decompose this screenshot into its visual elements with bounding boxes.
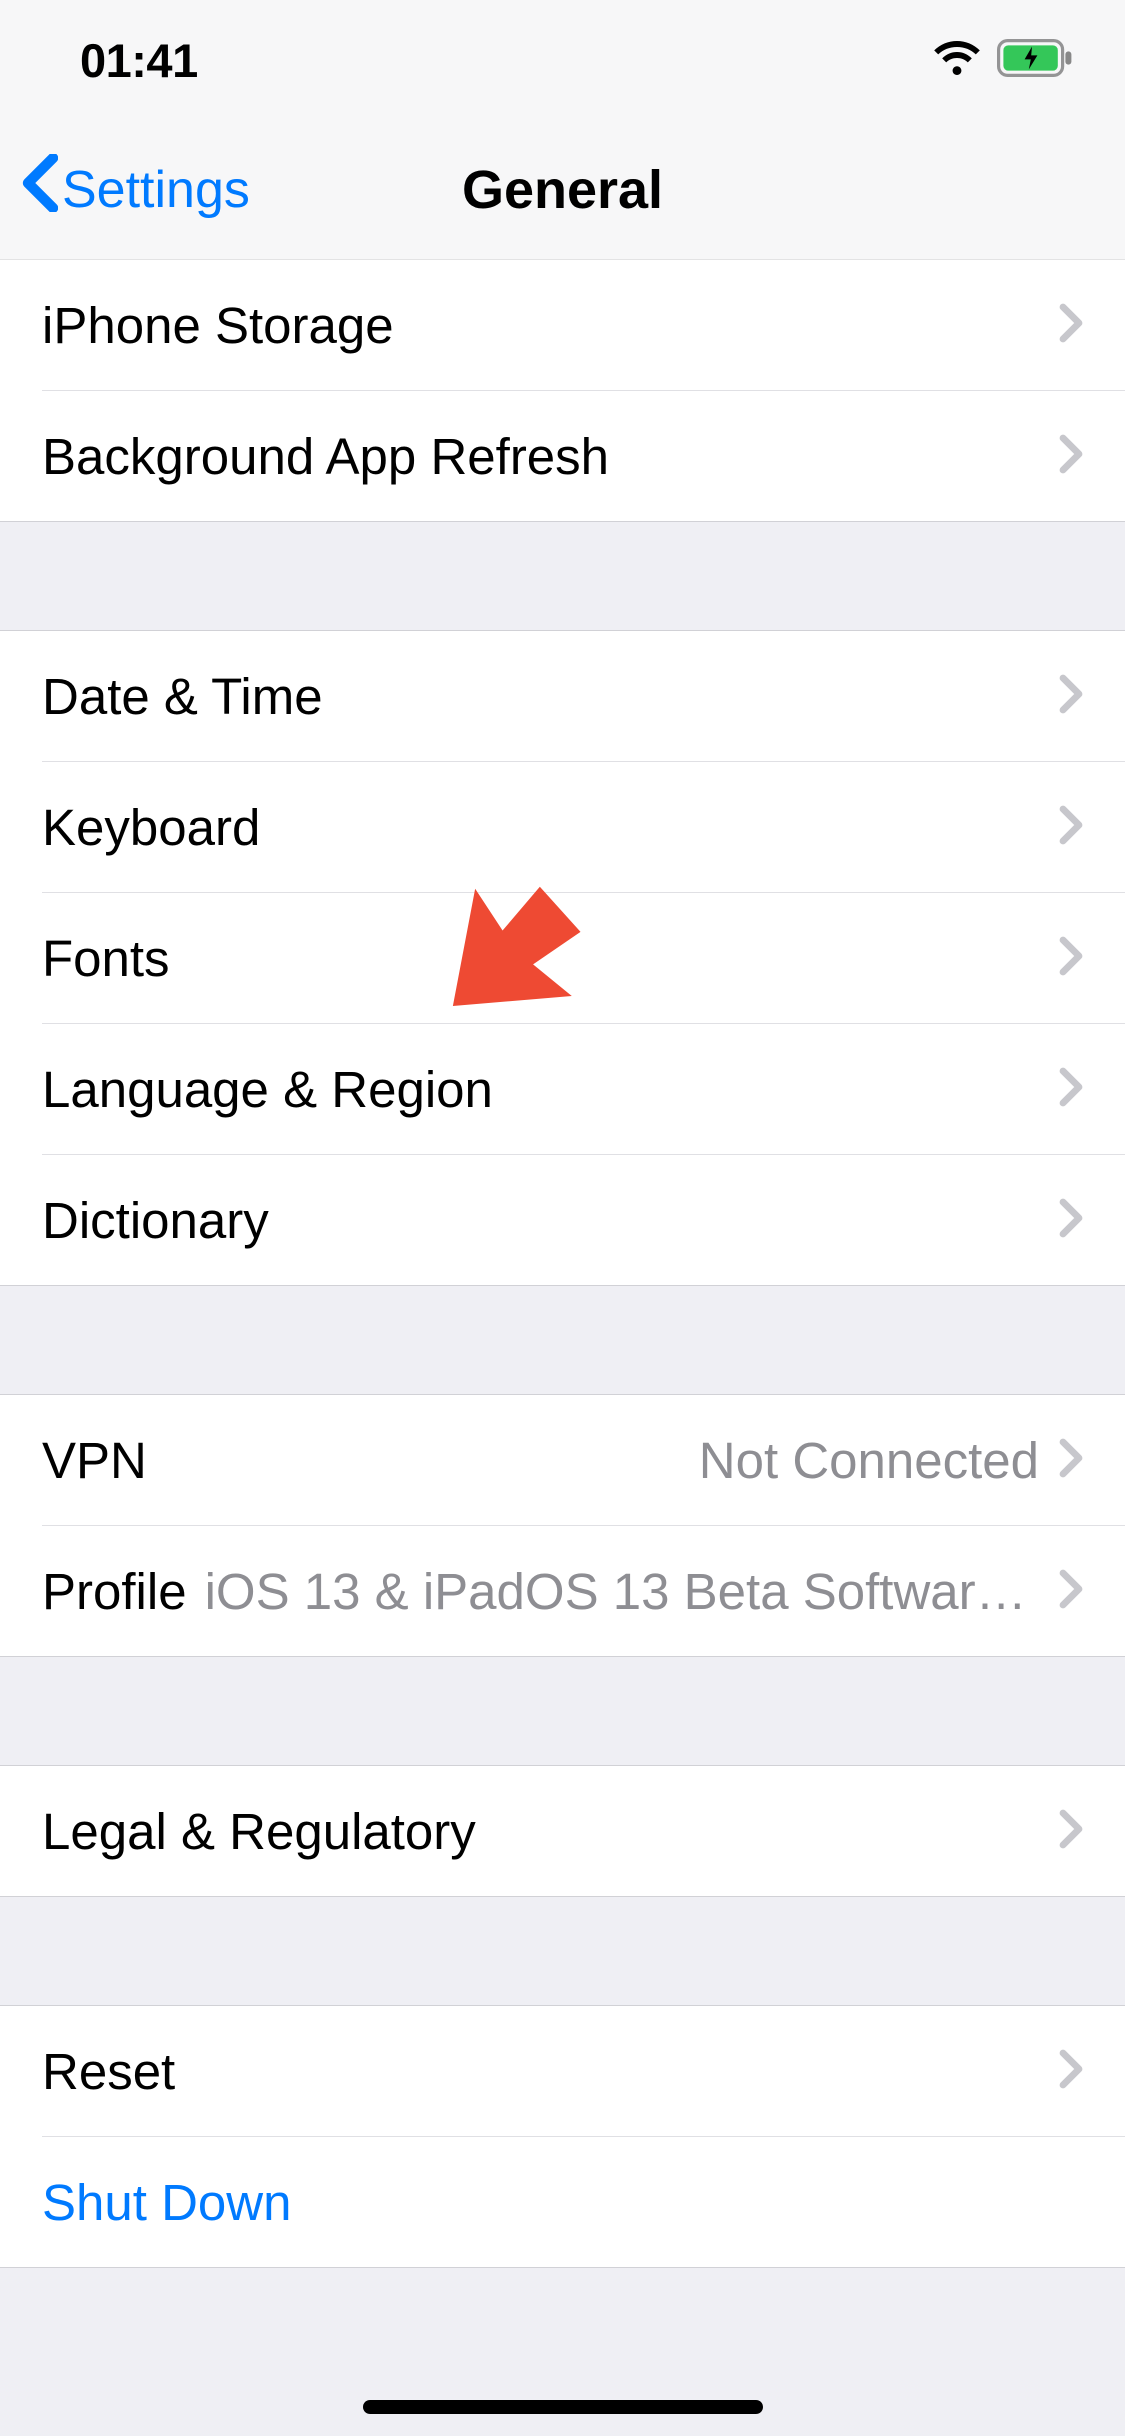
status-time: 01:41	[80, 33, 198, 88]
row-label: Legal & Regulatory	[42, 1802, 476, 1861]
row-background-refresh[interactable]: Background App Refresh	[0, 391, 1125, 521]
chevron-right-icon	[1059, 1198, 1083, 1243]
chevron-right-icon	[1059, 303, 1083, 348]
row-date-time[interactable]: Date & Time	[0, 631, 1125, 761]
group-storage: iPhone Storage Background App Refresh	[0, 260, 1125, 522]
group-vpn-profile: VPN Not Connected Profile iOS 13 & iPadO…	[0, 1394, 1125, 1657]
status-bar: 01:41	[0, 0, 1125, 120]
row-label: Background App Refresh	[42, 427, 609, 486]
row-fonts[interactable]: Fonts	[0, 893, 1125, 1023]
row-label: Profile	[42, 1562, 187, 1621]
back-label: Settings	[62, 160, 250, 220]
row-iphone-storage[interactable]: iPhone Storage	[0, 260, 1125, 390]
row-label: Reset	[42, 2042, 175, 2101]
chevron-right-icon	[1059, 674, 1083, 719]
chevron-right-icon	[1059, 1438, 1083, 1483]
row-legal[interactable]: Legal & Regulatory	[0, 1766, 1125, 1896]
nav-bar: Settings General	[0, 120, 1125, 260]
row-language-region[interactable]: Language & Region	[0, 1024, 1125, 1154]
row-detail: iOS 13 & iPadOS 13 Beta Software Profile…	[205, 1562, 1059, 1621]
row-dictionary[interactable]: Dictionary	[0, 1155, 1125, 1285]
status-right	[933, 39, 1075, 82]
row-label: Shut Down	[42, 2173, 291, 2232]
row-label: Date & Time	[42, 667, 323, 726]
row-label: VPN	[42, 1431, 147, 1490]
chevron-right-icon	[1059, 805, 1083, 850]
chevron-right-icon	[1059, 434, 1083, 479]
chevron-left-icon	[20, 154, 58, 225]
row-detail: Not Connected	[165, 1431, 1059, 1490]
row-reset[interactable]: Reset	[0, 2006, 1125, 2136]
group-reset: Reset Shut Down	[0, 2005, 1125, 2268]
back-button[interactable]: Settings	[0, 154, 250, 225]
row-vpn[interactable]: VPN Not Connected	[0, 1395, 1125, 1525]
chevron-right-icon	[1059, 1569, 1083, 1614]
wifi-icon	[933, 40, 981, 81]
home-indicator[interactable]	[363, 2400, 763, 2414]
group-legal: Legal & Regulatory	[0, 1765, 1125, 1897]
row-label: Language & Region	[42, 1060, 493, 1119]
battery-icon	[997, 39, 1075, 82]
chevron-right-icon	[1059, 1809, 1083, 1854]
content[interactable]: iPhone Storage Background App Refresh Da…	[0, 260, 1125, 2436]
row-label: iPhone Storage	[42, 296, 394, 355]
row-label: Keyboard	[42, 798, 260, 857]
row-shut-down[interactable]: Shut Down	[0, 2137, 1125, 2267]
row-label: Fonts	[42, 929, 170, 988]
row-keyboard[interactable]: Keyboard	[0, 762, 1125, 892]
chevron-right-icon	[1059, 1067, 1083, 1112]
group-locale: Date & Time Keyboard Fonts Language & Re…	[0, 630, 1125, 1286]
chevron-right-icon	[1059, 936, 1083, 981]
row-profile[interactable]: Profile iOS 13 & iPadOS 13 Beta Software…	[0, 1526, 1125, 1656]
chevron-right-icon	[1059, 2049, 1083, 2094]
row-label: Dictionary	[42, 1191, 269, 1250]
